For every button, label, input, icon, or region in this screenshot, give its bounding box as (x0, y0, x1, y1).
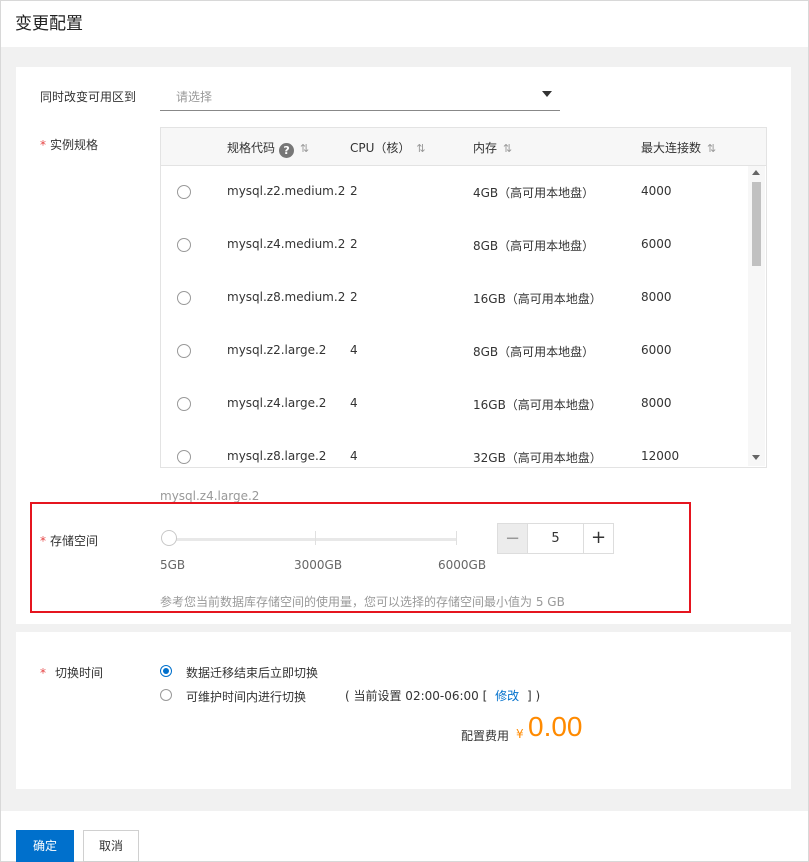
switch-label-text: 切换时间 (55, 666, 104, 680)
spec-label: * 实例规格 (40, 136, 98, 153)
table-header: 规格代码? ⇅ CPU（核） ⇅ 内存 ⇅ 最大连接数 ⇅ (161, 128, 766, 166)
cell-conn: 4000 (641, 184, 672, 198)
switch-label: * 切换时间 (40, 664, 103, 681)
cell-cpu: 4 (350, 343, 358, 357)
sort-icon[interactable]: ⇅ (416, 142, 425, 155)
table-row[interactable]: mysql.z4.large.2 4 16GB（高可用本地盘） 8000 (161, 378, 748, 432)
slider-mark-min: 5GB (160, 558, 186, 572)
cell-mem: 8GB（高可用本地盘） (473, 239, 595, 253)
cell-conn: 6000 (641, 343, 672, 357)
slider-mark-max: 6000GB (438, 558, 487, 572)
storage-input[interactable]: 5 (528, 523, 583, 554)
option-maintenance-label[interactable]: 可维护时间内进行切换 (186, 688, 306, 705)
storage-label: * 存储空间 (40, 532, 98, 549)
table-row[interactable]: mysql.z2.medium.2 2 4GB（高可用本地盘） 4000 (161, 166, 748, 220)
cell-mem: 16GB（高可用本地盘） (473, 292, 602, 306)
required-mark: * (40, 666, 46, 680)
spec-table: 规格代码? ⇅ CPU（核） ⇅ 内存 ⇅ 最大连接数 ⇅ mysql.z2.mediu… (160, 127, 767, 468)
cell-mem: 32GB（高可用本地盘） (473, 451, 602, 465)
scroll-up-icon[interactable] (752, 170, 760, 175)
cell-mem: 8GB（高可用本地盘） (473, 345, 595, 359)
cell-cpu: 4 (350, 396, 358, 410)
row-radio[interactable] (177, 185, 191, 199)
cancel-button[interactable]: 取消 (83, 830, 139, 862)
row-radio[interactable] (177, 238, 191, 252)
slider-mark-mid: 3000GB (294, 558, 343, 572)
cell-mem: 16GB（高可用本地盘） (473, 398, 602, 412)
option-immediate-label[interactable]: 数据迁移结束后立即切换 (186, 664, 318, 681)
storage-slider-track[interactable] (170, 538, 457, 541)
page-title: 变更配置 (15, 14, 83, 34)
radio-immediate[interactable] (160, 665, 172, 677)
confirm-button[interactable]: 确定 (16, 830, 74, 862)
cell-mem: 4GB（高可用本地盘） (473, 186, 595, 200)
zone-select[interactable]: 请选择 (160, 81, 560, 111)
sort-icon[interactable]: ⇅ (300, 142, 309, 155)
table-row[interactable]: mysql.z2.large.2 4 8GB（高可用本地盘） 6000 (161, 325, 748, 379)
required-mark: * (40, 138, 46, 152)
current-spec: mysql.z4.large.2 (160, 489, 260, 503)
current-setting-prefix: ( 当前设置 02:00-06:00 [ (345, 689, 488, 703)
caret-down-icon (542, 91, 552, 97)
cell-code: mysql.z4.medium.2 (227, 237, 346, 251)
cell-code: mysql.z8.large.2 (227, 449, 327, 463)
current-setting: ( 当前设置 02:00-06:00 [ 修改 ] ) (345, 687, 540, 704)
spec-label-text: 实例规格 (50, 138, 99, 152)
row-radio[interactable] (177, 450, 191, 464)
col-mem[interactable]: 内存 ⇅ (473, 139, 512, 156)
switch-panel (16, 632, 791, 789)
cell-conn: 8000 (641, 396, 672, 410)
cell-cpu: 4 (350, 449, 358, 463)
slider-tick (315, 531, 316, 545)
currency-symbol: ¥ (516, 727, 524, 741)
storage-slider-handle[interactable] (161, 530, 177, 546)
modify-link[interactable]: 修改 (495, 689, 519, 703)
col-cpu[interactable]: CPU（核） ⇅ (350, 139, 426, 156)
help-icon[interactable]: ? (279, 143, 295, 158)
sort-icon[interactable]: ⇅ (503, 142, 512, 155)
slider-tick (456, 531, 457, 545)
storage-label-text: 存储空间 (50, 534, 99, 548)
row-radio[interactable] (177, 344, 191, 358)
cell-conn: 6000 (641, 237, 672, 251)
col-conn[interactable]: 最大连接数 ⇅ (641, 139, 716, 156)
current-setting-suffix: ] ) (526, 689, 541, 703)
table-row[interactable]: mysql.z8.medium.2 2 16GB（高可用本地盘） 8000 (161, 272, 748, 326)
window-frame: 变更配置 同时改变可用区到 请选择 * 实例规格 规格代码? ⇅ CPU（核） ⇅ 内… (0, 0, 809, 862)
fee-label: 配置费用 (461, 729, 510, 743)
cell-code: mysql.z8.medium.2 (227, 290, 346, 304)
cell-cpu: 2 (350, 184, 358, 198)
row-radio[interactable] (177, 397, 191, 411)
sort-icon[interactable]: ⇅ (707, 142, 716, 155)
col-code[interactable]: 规格代码? ⇅ (227, 139, 309, 158)
row-radio[interactable] (177, 291, 191, 305)
required-mark: * (40, 534, 46, 548)
cell-conn: 8000 (641, 290, 672, 304)
increment-button[interactable]: + (583, 523, 614, 554)
storage-stepper: − 5 + (497, 523, 614, 554)
table-row[interactable]: mysql.z8.large.2 4 32GB（高可用本地盘） 12000 (161, 431, 748, 467)
zone-select-placeholder: 请选择 (176, 90, 213, 104)
cell-code: mysql.z2.medium.2 (227, 184, 346, 198)
cell-conn: 12000 (641, 449, 680, 463)
table-scrollbar[interactable] (748, 166, 765, 466)
cell-code: mysql.z2.large.2 (227, 343, 327, 357)
storage-hint: 参考您当前数据库存储空间的使用量，您可以选择的存储空间最小值为 5 GB (160, 595, 565, 609)
scroll-down-icon[interactable] (752, 455, 760, 460)
cell-cpu: 2 (350, 290, 358, 304)
table-row[interactable]: mysql.z4.medium.2 2 8GB（高可用本地盘） 6000 (161, 219, 748, 273)
fee-amount: 0.00 (528, 711, 583, 742)
cell-code: mysql.z4.large.2 (227, 396, 327, 410)
page-header: 变更配置 (1, 1, 808, 47)
radio-maintenance[interactable] (160, 689, 172, 701)
cell-cpu: 2 (350, 237, 358, 251)
scrollbar-thumb[interactable] (752, 182, 761, 266)
zone-label: 同时改变可用区到 (40, 90, 137, 104)
decrement-button[interactable]: − (497, 523, 528, 554)
